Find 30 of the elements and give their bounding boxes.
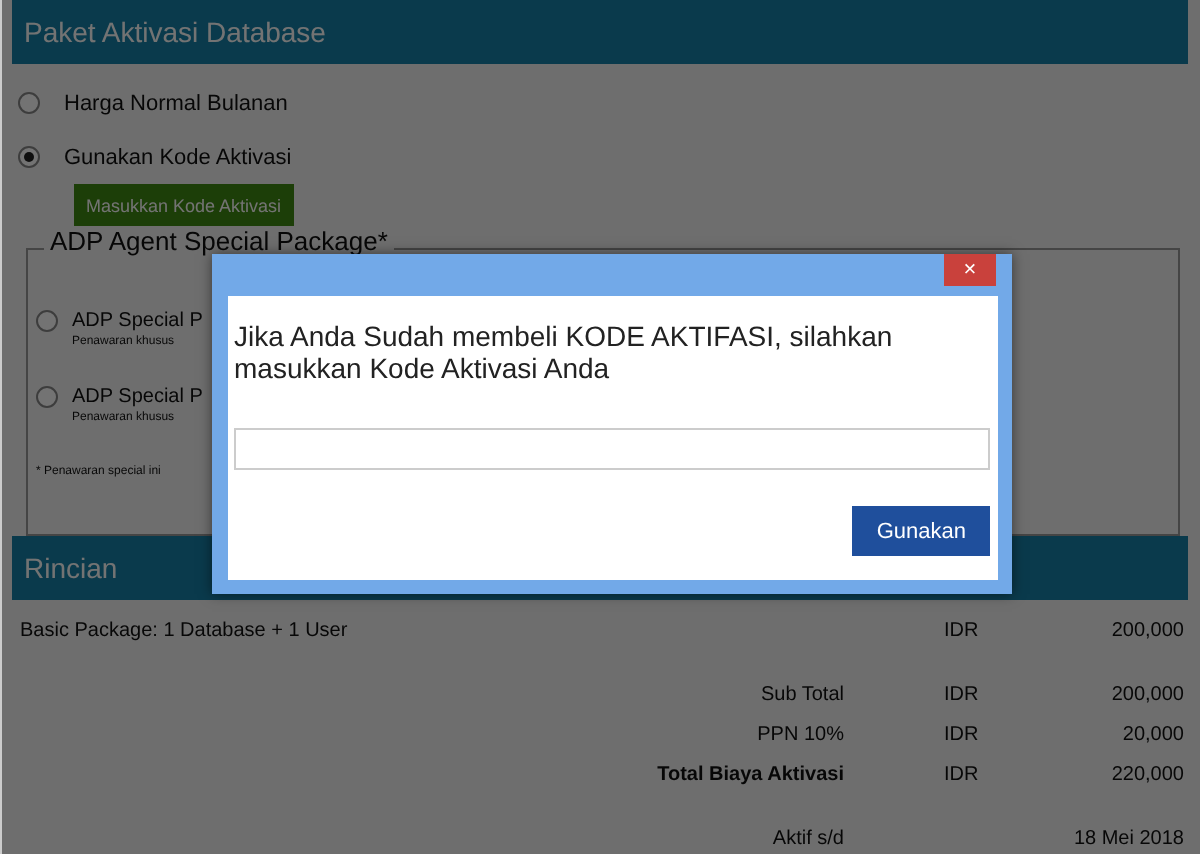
- summary-label: Aktif s/d: [770, 827, 846, 849]
- panel-title: Rincian: [24, 552, 118, 584]
- currency-text: IDR: [944, 683, 981, 705]
- radio-button[interactable]: [18, 92, 40, 114]
- summary-label: Total Biaya Aktivasi: [655, 763, 846, 785]
- amount-text: 200,000: [1109, 683, 1186, 705]
- dialog-message: Jika Anda Sudah membeli KODE AKTIFASI, silahkan masukkan Kode Aktivasi Anda: [234, 320, 895, 384]
- code-input-field[interactable]: [234, 428, 990, 470]
- radio-button[interactable]: [36, 386, 58, 408]
- summary-label: Sub Total: [758, 683, 846, 705]
- enter-code-button[interactable]: Masukkan Kode Aktivasi: [74, 184, 294, 228]
- use-button[interactable]: Gunakan: [852, 506, 990, 556]
- amount-text: 20,000: [1120, 723, 1186, 745]
- option-label: Harga Normal Bulanan: [64, 91, 288, 115]
- option-label: Gunakan Kode Aktivasi: [64, 145, 292, 169]
- item-label: Basic Package: 1 Database + 1 User: [18, 619, 350, 641]
- package-title: ADP Special P: [72, 386, 203, 408]
- currency-text: IDR: [944, 723, 981, 745]
- package-title: ADP Special P: [72, 310, 203, 332]
- radio-button[interactable]: [18, 146, 40, 168]
- amount-text: 220,000: [1109, 763, 1186, 785]
- date-text: 18 Mei 2018: [1071, 827, 1186, 849]
- summary-label: PPN 10%: [755, 723, 846, 745]
- amount-text: 200,000: [1109, 619, 1186, 641]
- currency-text: IDR: [944, 619, 981, 641]
- fieldset-legend: ADP Agent Special Package*: [44, 226, 394, 256]
- panel-title: Paket Aktivasi Database: [24, 16, 326, 48]
- currency-text: IDR: [944, 763, 981, 785]
- radio-button[interactable]: [36, 310, 58, 332]
- close-button[interactable]: ×: [944, 254, 996, 286]
